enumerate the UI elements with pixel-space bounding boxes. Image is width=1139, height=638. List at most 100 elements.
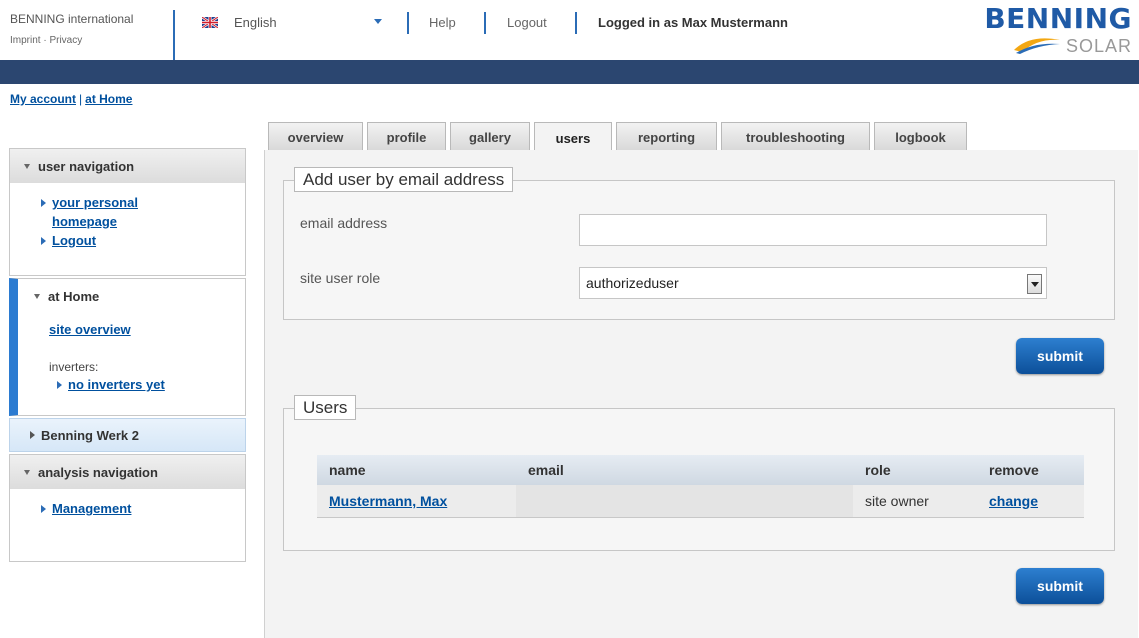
user-name-link[interactable]: Mustermann, Max [329,493,447,509]
language-label: English [234,15,277,30]
analysis-navigation-box: analysis navigation Management [9,454,246,562]
breadcrumb-separator: | [79,92,83,106]
arrow-right-icon [57,380,62,389]
arrow-right-icon [41,199,46,207]
add-user-submit-button[interactable]: submit [1016,338,1104,374]
sidebar-item-logout[interactable]: Logout [41,231,245,250]
sidebar: user navigation your personal homepage Lo… [9,148,246,562]
arrow-right-icon [41,237,46,245]
header-divider [484,12,486,34]
users-table: name email role remove Mustermann, Max s… [317,455,1084,518]
analysis-navigation-header[interactable]: analysis navigation [10,455,245,489]
role-select[interactable]: authorizeduser [579,267,1047,299]
tab-label: logbook [895,130,946,145]
email-label: email address [300,215,388,231]
site-overview-link[interactable]: site overview [49,322,131,337]
analysis-navigation-links: Management [10,489,245,518]
at-home-box: at Home site overview inverters: no inve… [9,278,246,416]
add-user-legend: Add user by email address [294,167,514,192]
tab-label: reporting [637,130,696,145]
tab-users[interactable]: users [534,122,612,152]
privacy-link[interactable]: Privacy [49,35,82,46]
no-inverters-link[interactable]: no inverters yet [68,377,165,392]
brand-block: BENNING international Imprint · Privacy [10,12,133,47]
sidebar-item-benning-werk-2[interactable]: Benning Werk 2 [9,418,246,452]
breadcrumb-my-account[interactable]: My account [10,92,76,106]
logged-in-status: Logged in as Max Mustermann [598,15,788,30]
user-email-cell [516,485,853,518]
sidebar-logout-link[interactable]: Logout [52,231,96,250]
add-user-fieldset: Add user by email address email address … [283,167,1115,320]
management-link[interactable]: Management [52,499,131,518]
users-legend: Users [294,395,357,420]
user-navigation-title: user navigation [38,158,135,174]
help-link[interactable]: Help [429,15,456,30]
language-selector[interactable]: English [202,15,277,30]
dropdown-arrow-icon[interactable] [1027,274,1042,294]
header: BENNING international Imprint · Privacy … [0,0,1139,60]
change-user-link[interactable]: change [989,493,1038,509]
user-role-cell: site owner [853,485,977,518]
homepage-link-line2: homepage [52,214,118,229]
tab-label: overview [287,130,344,145]
tab-bar: overview profile gallery users reporting… [268,122,971,152]
collapse-icon [34,293,40,299]
column-header-email: email [516,455,853,485]
column-header-name: name [317,455,516,485]
tab-label: profile [386,130,427,145]
user-action-cell: change [977,485,1084,518]
uk-flag-icon [202,17,218,28]
column-header-remove: remove [977,455,1084,485]
at-home-header[interactable]: at Home [18,279,245,313]
chevron-down-icon[interactable] [374,19,382,24]
role-select-value: authorizeduser [586,275,679,291]
user-navigation-links: your personal homepage Logout [10,183,245,250]
header-bar [0,60,1139,84]
sidebar-item-no-inverters[interactable]: no inverters yet [57,377,165,392]
tab-reporting[interactable]: reporting [616,122,717,151]
collapse-icon [24,163,30,169]
analysis-navigation-title: analysis navigation [38,464,158,480]
arrow-right-icon [41,505,46,513]
at-home-title: at Home [48,288,100,304]
header-divider [407,12,409,34]
collapse-icon [24,469,30,475]
email-field[interactable] [579,214,1047,246]
logo-wordmark: BENNING [984,2,1132,35]
logo-subtitle: SOLAR [1065,36,1132,56]
imprint-link[interactable]: Imprint [10,35,41,46]
header-divider [575,12,577,34]
tab-gallery[interactable]: gallery [450,122,530,151]
sidebar-item-homepage[interactable]: your personal homepage [41,193,245,231]
werk-label: Benning Werk 2 [41,427,140,443]
sidebar-item-management[interactable]: Management [41,499,245,518]
tab-troubleshooting[interactable]: troubleshooting [721,122,870,151]
user-navigation-box: user navigation your personal homepage Lo… [9,148,246,276]
users-submit-button[interactable]: submit [1016,568,1104,604]
arrow-right-icon [30,431,35,439]
tab-profile[interactable]: profile [367,122,446,151]
homepage-link-line1: your personal [52,195,138,210]
logout-link[interactable]: Logout [507,15,547,30]
tab-overview[interactable]: overview [268,122,363,151]
breadcrumb-at-home[interactable]: at Home [85,92,132,106]
column-header-role: role [853,455,977,485]
brand-links: Imprint · Privacy [10,35,133,47]
main-panel: Add user by email address email address … [264,150,1138,638]
tab-label: troubleshooting [746,130,845,145]
table-header-row: name email role remove [317,455,1084,485]
tab-label: gallery [469,130,511,145]
breadcrumb: My account | at Home [10,92,132,106]
brand-name: BENNING international [10,12,134,26]
sun-swoosh-icon [1014,38,1060,54]
user-name-cell: Mustermann, Max [317,485,516,518]
homepage-link[interactable]: your personal homepage [52,193,138,231]
user-navigation-header[interactable]: user navigation [10,149,245,183]
site-overview-item: site overview [49,322,131,337]
tab-label: users [555,130,591,146]
header-divider [173,10,175,60]
role-label: site user role [300,270,381,286]
benning-solar-logo: BENNING SOLAR [966,2,1136,60]
tab-logbook[interactable]: logbook [874,122,967,151]
table-row: Mustermann, Max site owner change [317,485,1084,518]
